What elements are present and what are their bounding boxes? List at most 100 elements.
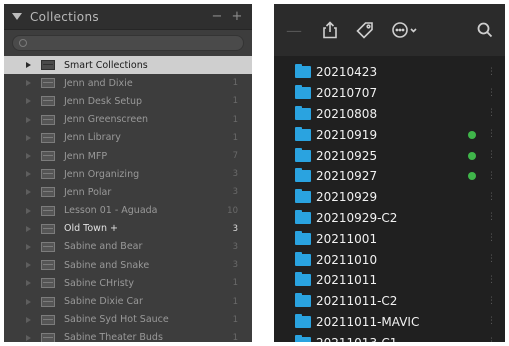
- collection-search-row: [4, 30, 252, 56]
- collection-row[interactable]: Old Town + 3: [4, 220, 252, 238]
- folder-row[interactable]: 20210707 ⋮: [274, 83, 505, 104]
- expand-triangle-icon[interactable]: [26, 153, 31, 160]
- panel-title: Collections: [30, 9, 99, 24]
- row-menu-icon[interactable]: ⋮: [487, 234, 496, 243]
- minus-icon[interactable]: −: [210, 9, 224, 24]
- sync-status-dot: [468, 130, 476, 139]
- row-menu-icon[interactable]: ⋮: [487, 130, 496, 139]
- collection-row[interactable]: Jenn Library 1: [4, 129, 252, 147]
- expand-triangle-icon[interactable]: [26, 316, 31, 323]
- folder-label: 20210919: [316, 127, 378, 142]
- collection-row[interactable]: Sabine and Snake 3: [4, 256, 252, 274]
- folder-row[interactable]: 20210919 ⋮: [274, 124, 505, 145]
- expand-triangle-icon[interactable]: [26, 80, 31, 87]
- folder-row[interactable]: 20210925 ⋮: [274, 145, 505, 166]
- collection-label: Lesson 01 - Aguada: [64, 205, 158, 217]
- tag-icon[interactable]: [356, 21, 374, 39]
- collection-row[interactable]: Sabine and Bear 3: [4, 238, 252, 256]
- collection-count: 1: [232, 278, 238, 289]
- row-menu-icon[interactable]: ⋮: [487, 296, 496, 306]
- collection-row[interactable]: Smart Collections: [4, 56, 252, 75]
- plus-icon[interactable]: +: [230, 9, 244, 24]
- expand-triangle-icon[interactable]: [26, 116, 31, 123]
- collection-count: 1: [232, 78, 238, 89]
- folder-icon: [295, 64, 311, 79]
- row-menu-icon[interactable]: ⋮: [487, 213, 496, 222]
- expand-triangle-icon[interactable]: [26, 225, 31, 232]
- row-menu-icon[interactable]: ⋮: [487, 88, 496, 98]
- collection-set-icon: [41, 96, 55, 107]
- folder-label: 20210423: [316, 65, 378, 80]
- folder-row[interactable]: 20211011-C2 ⋮: [274, 291, 505, 312]
- sync-status-dot: [468, 151, 476, 160]
- folder-label: 20210808: [316, 106, 378, 121]
- collections-header[interactable]: Collections − +: [4, 4, 252, 30]
- folder-label: 20211001: [316, 231, 378, 246]
- collection-row[interactable]: Sabine Syd Hot Sauce 1: [4, 311, 252, 329]
- row-menu-icon[interactable]: ⋮: [487, 317, 496, 326]
- collection-count: 3: [232, 169, 238, 180]
- collection-row[interactable]: Sabine Theater Buds 1: [4, 329, 252, 342]
- collection-set-icon: [41, 132, 55, 143]
- share-icon[interactable]: [322, 21, 338, 39]
- folder-icon: [295, 85, 311, 100]
- folder-row[interactable]: 20210927 ⋮: [274, 166, 505, 187]
- folder-row[interactable]: 20211010 ⋮: [274, 249, 505, 270]
- collection-label: Jenn Library: [64, 132, 121, 144]
- folder-icon: [295, 272, 311, 287]
- folder-row[interactable]: 20211013-C1⋮: [274, 332, 505, 342]
- collapse-triangle-icon[interactable]: [12, 13, 22, 20]
- folder-row[interactable]: 20210423 ⋮: [274, 62, 505, 83]
- folder-toolbar: —: [274, 4, 505, 56]
- row-menu-icon[interactable]: ⋮: [487, 338, 496, 342]
- expand-triangle-icon[interactable]: [26, 207, 31, 214]
- row-menu-icon[interactable]: ⋮: [487, 192, 496, 202]
- folder-row[interactable]: 20211001 ⋮: [274, 228, 505, 249]
- collection-label: Sabine Theater Buds: [64, 332, 163, 342]
- folder-row[interactable]: 20211011-MAVIC ⋮: [274, 312, 505, 333]
- expand-triangle-icon[interactable]: [26, 334, 31, 341]
- expand-triangle-icon[interactable]: [26, 243, 31, 250]
- expand-triangle-icon[interactable]: [26, 262, 31, 269]
- search-icon[interactable]: [477, 22, 493, 38]
- row-menu-icon[interactable]: ⋮: [487, 67, 496, 77]
- collection-label: Sabine and Bear: [64, 241, 143, 253]
- row-menu-icon[interactable]: ⋮: [487, 171, 496, 181]
- collection-label: Jenn Organizing: [64, 168, 140, 180]
- row-menu-icon[interactable]: ⋮: [487, 255, 496, 264]
- folder-label: 20211011-C2: [316, 294, 398, 309]
- more-options-icon[interactable]: [392, 21, 418, 39]
- collection-count: 1: [232, 332, 238, 342]
- collection-row[interactable]: Sabine Dixie Car 1: [4, 292, 252, 310]
- folder-label: 20210925: [316, 148, 378, 163]
- collection-row[interactable]: Lesson 01 - Aguada 10: [4, 202, 252, 220]
- collection-count: 3: [232, 241, 238, 252]
- folder-row[interactable]: 20210929-C2 ⋮: [274, 208, 505, 229]
- search-icon: [19, 39, 27, 47]
- collection-row[interactable]: Jenn Organizing 3: [4, 165, 252, 183]
- collection-label: Sabine Syd Hot Sauce: [64, 314, 169, 326]
- expand-triangle-icon[interactable]: [26, 189, 31, 196]
- expand-triangle-icon[interactable]: [26, 98, 31, 105]
- expand-triangle-icon[interactable]: [26, 298, 31, 305]
- collection-row[interactable]: Sabine CHristy 1: [4, 274, 252, 292]
- expand-triangle-icon[interactable]: [26, 134, 31, 141]
- row-menu-icon[interactable]: ⋮: [487, 151, 496, 160]
- folder-label: 20210929-C2: [316, 210, 398, 225]
- expand-triangle-icon[interactable]: [26, 280, 31, 287]
- collection-row[interactable]: Jenn Greenscreen 1: [4, 111, 252, 129]
- folder-row[interactable]: 20210929 ⋮: [274, 187, 505, 208]
- collection-label: Sabine CHristy: [64, 277, 135, 289]
- folder-row[interactable]: 20211011 ⋮: [274, 270, 505, 291]
- collection-row[interactable]: Jenn MFP 7: [4, 147, 252, 165]
- folder-row[interactable]: 20210808 ⋮: [274, 104, 505, 125]
- expand-triangle-icon[interactable]: [26, 62, 31, 69]
- row-menu-icon[interactable]: ⋮: [487, 109, 496, 118]
- row-menu-icon[interactable]: ⋮: [487, 275, 496, 285]
- collection-row[interactable]: Jenn Desk Setup 1: [4, 92, 252, 110]
- collection-search-input[interactable]: [12, 35, 244, 51]
- collection-row[interactable]: Jenn Polar 3: [4, 183, 252, 201]
- collection-row[interactable]: Jenn and Dixie 1: [4, 74, 252, 92]
- folder-icon: [295, 168, 311, 183]
- expand-triangle-icon[interactable]: [26, 171, 31, 178]
